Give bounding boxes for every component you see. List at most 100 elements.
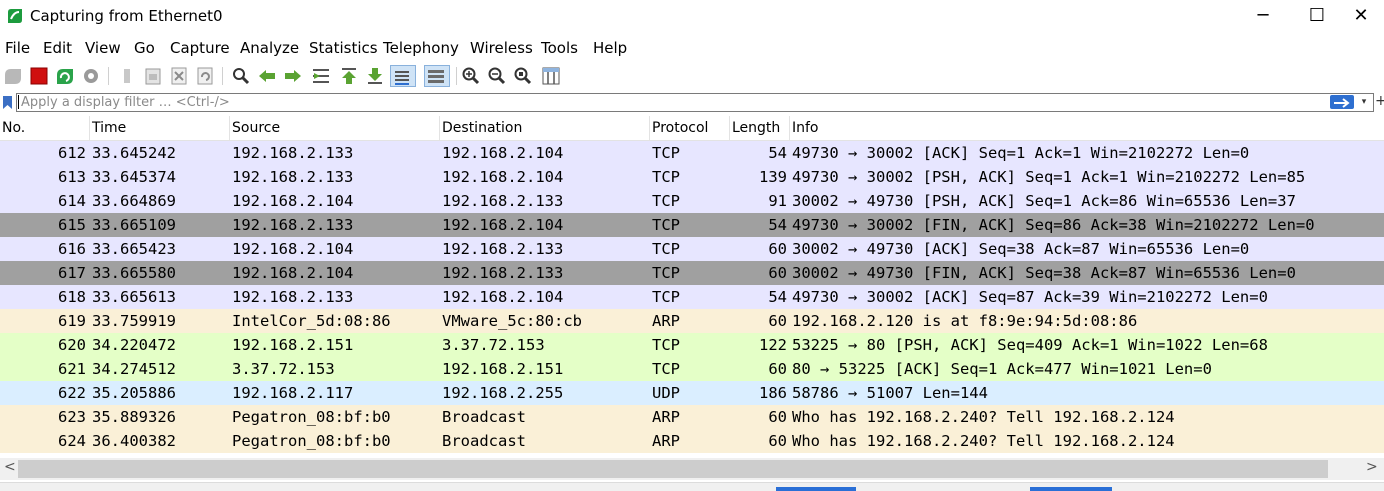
cell-time: 33.664869 <box>92 192 176 210</box>
cell-destination: 3.37.72.153 <box>442 336 545 354</box>
open-file-icon[interactable] <box>116 65 138 87</box>
column-protocol[interactable]: Protocol <box>650 116 730 140</box>
packet-row[interactable]: 624 36.400382 Pegatron_08:bf:b0 Broadcast AR… <box>0 429 1384 453</box>
cell-destination: 192.168.2.133 <box>442 264 564 282</box>
restart-capture-icon[interactable] <box>54 65 76 87</box>
apply-filter-arrow-icon[interactable] <box>1330 95 1354 109</box>
scrollbar-thumb[interactable] <box>18 460 1328 478</box>
add-filter-button-icon[interactable]: + <box>1375 93 1384 109</box>
maximize-button[interactable]: ☐ <box>1294 0 1340 34</box>
scroll-left-icon[interactable]: < <box>4 459 16 475</box>
cell-destination: 192.168.2.104 <box>442 288 564 306</box>
horizontal-scrollbar[interactable]: < > <box>0 458 1384 480</box>
packet-row[interactable]: 621 34.274512 3.37.72.153 192.168.2.151 TCP 6… <box>0 357 1384 381</box>
menu-help[interactable]: Help <box>593 39 627 57</box>
cell-destination: 192.168.2.104 <box>442 144 564 162</box>
packet-row[interactable]: 620 34.220472 192.168.2.151 3.37.72.153 TCP 1… <box>0 333 1384 357</box>
close-file-icon[interactable] <box>168 65 190 87</box>
column-info[interactable]: Info <box>790 116 1384 140</box>
cell-info: 30002 → 49730 [ACK] Seq=38 Ack=87 Win=65… <box>792 240 1250 258</box>
cell-length: 122 <box>759 336 787 354</box>
menu-analyze[interactable]: Analyze <box>240 39 299 57</box>
column-source[interactable]: Source <box>230 116 440 140</box>
cell-destination: Broadcast <box>442 432 526 450</box>
stop-capture-icon[interactable] <box>28 65 50 87</box>
colorize-icon[interactable] <box>424 65 450 87</box>
cell-length: 60 <box>768 312 787 330</box>
bookmark-icon[interactable] <box>3 96 12 109</box>
packet-row[interactable]: 613 33.645374 192.168.2.133 192.168.2.104 TC… <box>0 165 1384 189</box>
cell-time: 33.665580 <box>92 264 176 282</box>
cell-source: 192.168.2.104 <box>232 192 354 210</box>
minimize-button[interactable]: ─ <box>1240 0 1286 34</box>
zoom-out-icon[interactable] <box>486 65 508 87</box>
cell-source: 3.37.72.153 <box>232 360 335 378</box>
cell-length: 60 <box>768 264 787 282</box>
cell-destination: 192.168.2.133 <box>442 240 564 258</box>
toolbar-separator <box>108 67 109 85</box>
capture-options-icon[interactable] <box>80 65 102 87</box>
cell-no: 616 <box>58 240 86 258</box>
menu-statistics[interactable]: Statistics <box>309 39 378 57</box>
close-button[interactable]: ✕ <box>1338 0 1384 34</box>
cell-length: 186 <box>759 384 787 402</box>
packet-row[interactable]: 614 33.664869 192.168.2.104 192.168.2.133 TC… <box>0 189 1384 213</box>
packet-row[interactable]: 615 33.665109 192.168.2.133 192.168.2.104 TC… <box>0 213 1384 237</box>
menu-wireless[interactable]: Wireless <box>470 39 533 57</box>
menu-go[interactable]: Go <box>134 39 155 57</box>
filter-history-dropdown-icon[interactable]: ▾ <box>1358 95 1370 109</box>
status-segment <box>776 487 856 491</box>
zoom-in-icon[interactable] <box>460 65 482 87</box>
packet-row[interactable]: 623 35.889326 Pegatron_08:bf:b0 Broadcast AR… <box>0 405 1384 429</box>
menu-file[interactable]: File <box>5 39 30 57</box>
display-filter-input[interactable]: Apply a display filter … <Ctrl-/> <box>16 93 1374 112</box>
packet-row[interactable]: 612 33.645242 192.168.2.133 192.168.2.104 TC… <box>0 141 1384 165</box>
reload-file-icon[interactable] <box>194 65 216 87</box>
cell-protocol: TCP <box>652 360 680 378</box>
menu-telephony[interactable]: Telephony <box>383 39 459 57</box>
start-capture-icon[interactable] <box>2 65 24 87</box>
go-last-packet-icon[interactable] <box>364 65 386 87</box>
go-forward-icon[interactable] <box>282 65 304 87</box>
title-bar: Capturing from Ethernet0 ─ ☐ ✕ <box>0 0 1384 34</box>
menu-tools[interactable]: Tools <box>541 39 578 57</box>
cell-time: 34.220472 <box>92 336 176 354</box>
go-to-packet-icon[interactable] <box>310 65 332 87</box>
column-no[interactable]: No. <box>0 116 90 140</box>
cell-length: 54 <box>768 288 787 306</box>
packet-row[interactable]: 618 33.665613 192.168.2.133 192.168.2.104 TC… <box>0 285 1384 309</box>
autoscroll-icon[interactable] <box>390 65 416 87</box>
normal-size-icon[interactable] <box>512 65 534 87</box>
scroll-right-icon[interactable]: > <box>1366 459 1378 475</box>
go-back-icon[interactable] <box>256 65 278 87</box>
window-title: Capturing from Ethernet0 <box>30 7 223 25</box>
packet-row[interactable]: 619 33.759919 IntelCor_5d:08:86 VMware_5c:8… <box>0 309 1384 333</box>
go-first-packet-icon[interactable] <box>338 65 360 87</box>
packet-row[interactable]: 616 33.665423 192.168.2.104 192.168.2.133 TC… <box>0 237 1384 261</box>
menu-view[interactable]: View <box>85 39 121 57</box>
save-file-icon[interactable] <box>142 65 164 87</box>
column-destination[interactable]: Destination <box>440 116 650 140</box>
cell-no: 619 <box>58 312 86 330</box>
cell-info: 192.168.2.120 is at f8:9e:94:5d:08:86 <box>792 312 1138 330</box>
column-time[interactable]: Time <box>90 116 230 140</box>
menu-capture[interactable]: Capture <box>170 39 230 57</box>
cell-no: 612 <box>58 144 86 162</box>
packet-row[interactable]: 622 35.205886 192.168.2.117 192.168.2.255 UD… <box>0 381 1384 405</box>
cell-protocol: TCP <box>652 336 680 354</box>
packet-row[interactable]: 617 33.665580 192.168.2.104 192.168.2.133 TC… <box>0 261 1384 285</box>
find-packet-icon[interactable] <box>230 65 252 87</box>
cell-protocol: TCP <box>652 240 680 258</box>
cell-protocol: TCP <box>652 192 680 210</box>
cell-source: Pegatron_08:bf:b0 <box>232 408 391 426</box>
cell-protocol: ARP <box>652 408 680 426</box>
cell-protocol: ARP <box>652 432 680 450</box>
packet-list: 612 33.645242 192.168.2.133 192.168.2.104 TC… <box>0 141 1384 453</box>
cell-time: 33.665109 <box>92 216 176 234</box>
cell-destination: Broadcast <box>442 408 526 426</box>
cell-source: Pegatron_08:bf:b0 <box>232 432 391 450</box>
menu-edit[interactable]: Edit <box>43 39 72 57</box>
cell-protocol: ARP <box>652 312 680 330</box>
column-length[interactable]: Length <box>730 116 790 140</box>
resize-columns-icon[interactable] <box>540 65 562 87</box>
